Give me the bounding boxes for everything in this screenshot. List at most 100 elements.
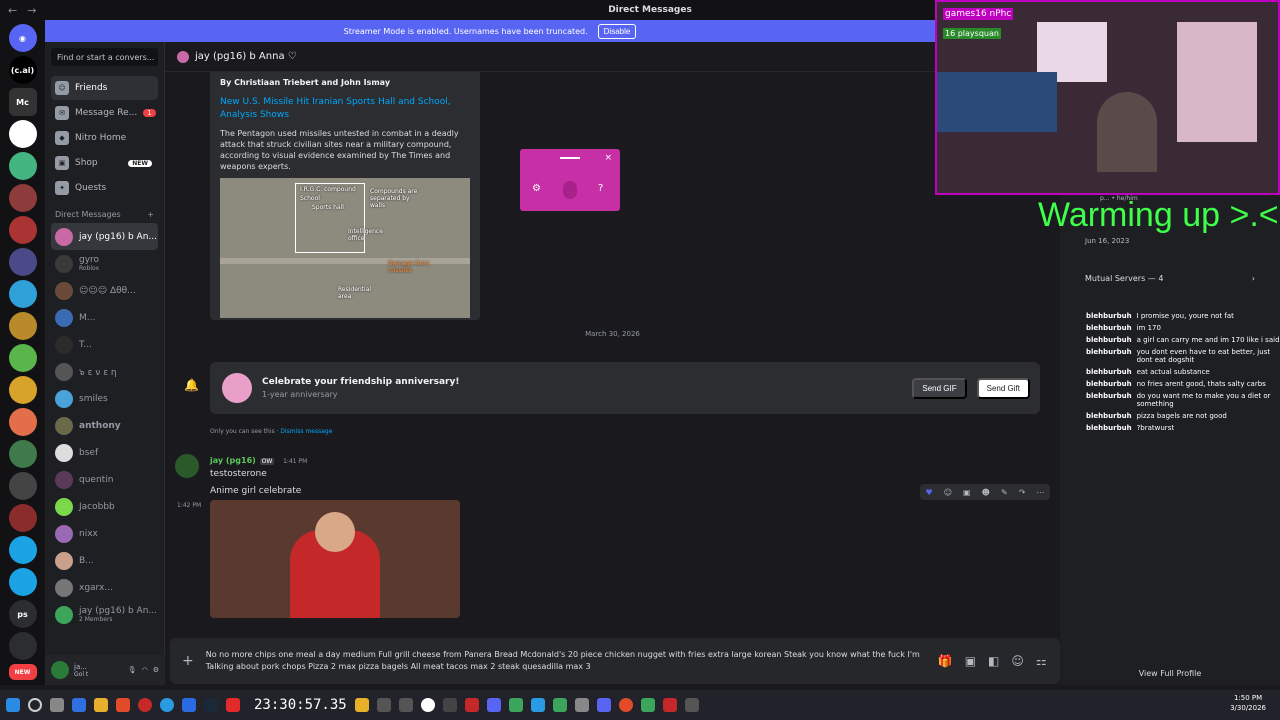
folder-icon[interactable] [94, 698, 108, 712]
headphones-icon[interactable]: ◠ [142, 666, 148, 674]
nav-friends[interactable]: ☺ Friends [51, 76, 158, 100]
message-composer[interactable]: + No no more chips one meal a day medium… [170, 638, 1060, 684]
system-clock[interactable]: 1:50 PM 3/30/2026 [1230, 693, 1266, 713]
server-icon[interactable] [8, 280, 37, 308]
gear-icon[interactable]: ⚙ [532, 183, 541, 194]
app-icon[interactable] [442, 698, 457, 712]
app-icon[interactable] [226, 698, 240, 712]
dismiss-message-link[interactable]: Dismiss message [280, 428, 332, 435]
start-icon[interactable] [6, 698, 20, 712]
edit-icon[interactable]: ✎ [1001, 488, 1008, 497]
app-icon[interactable] [464, 698, 479, 712]
server-icon[interactable] [8, 344, 37, 372]
server-icon[interactable] [8, 216, 37, 244]
dm-item[interactable]: xgarx... [51, 574, 158, 601]
back-icon[interactable]: ← [8, 4, 17, 17]
mic-icon[interactable]: 🎙 [128, 666, 137, 674]
search-input[interactable]: Find or start a convers... [51, 48, 158, 66]
add-attachment-icon[interactable]: + [182, 653, 194, 669]
view-full-profile-link[interactable]: View Full Profile [1060, 669, 1280, 678]
heart-icon[interactable]: ♥ [926, 488, 933, 497]
discord-home-icon[interactable]: ◉ [8, 24, 37, 52]
more-icon[interactable]: ⋯ [1036, 488, 1044, 497]
reaction-icon[interactable]: ☺ [944, 488, 952, 497]
forward-icon[interactable]: → [27, 4, 36, 17]
dm-item[interactable]: B... [51, 547, 158, 574]
app-icon[interactable] [640, 698, 655, 712]
app-icon[interactable] [420, 698, 435, 712]
server-icon[interactable] [8, 120, 37, 148]
gear-icon[interactable]: ⚙ [153, 666, 159, 674]
embed-map-image[interactable]: I.R.G.C. compound School Sports hall Com… [220, 178, 470, 318]
app-icon[interactable] [138, 698, 152, 712]
add-dm-icon[interactable]: + [147, 210, 154, 219]
sticker-icon[interactable]: ◧ [988, 654, 999, 668]
app-icon[interactable] [684, 698, 699, 712]
dm-item[interactable]: jay (pg16) b An... 2 Members [51, 601, 158, 628]
close-icon[interactable]: × [604, 153, 612, 163]
send-gift-button[interactable]: Send Gift [976, 377, 1030, 399]
server-icon[interactable] [8, 472, 37, 500]
server-icon[interactable] [8, 632, 37, 660]
send-gif-button[interactable]: Send GIF [912, 377, 967, 399]
server-icon[interactable] [8, 312, 37, 340]
disable-streamer-mode-button[interactable]: Disable [597, 23, 637, 39]
help-icon[interactable]: ? [598, 183, 603, 194]
server-cai[interactable]: (c.ai) [8, 56, 37, 84]
app-icon[interactable] [574, 698, 589, 712]
gift-icon[interactable]: 🎁 [938, 654, 953, 668]
dm-item[interactable]: nixx [51, 520, 158, 547]
nav-message-requests[interactable]: ✉ Message Re... 1 [51, 101, 158, 125]
avatar[interactable] [175, 454, 199, 478]
nav-quests[interactable]: ✦ Quests [51, 176, 158, 200]
forward-icon[interactable]: ↷ [1019, 488, 1026, 497]
server-mc[interactable]: Mc [8, 88, 37, 116]
discord-taskbar-icon[interactable] [596, 698, 611, 712]
chrome-icon[interactable] [618, 698, 633, 712]
server-icon[interactable] [8, 376, 37, 404]
browser-icon[interactable] [160, 698, 174, 712]
task-view-icon[interactable] [50, 698, 64, 712]
nav-shop[interactable]: ▣ Shop NEW [51, 151, 158, 175]
app-icon[interactable] [116, 698, 130, 712]
composer-text[interactable]: No no more chips one meal a day medium F… [206, 649, 926, 673]
gif-icon[interactable]: ▣ [963, 488, 971, 497]
dm-item[interactable]: T... [51, 331, 158, 358]
app-icon[interactable] [486, 698, 501, 712]
server-icon[interactable] [8, 568, 37, 596]
steam-icon[interactable] [204, 698, 218, 712]
server-ps[interactable]: ps [8, 600, 37, 628]
app-icon[interactable] [182, 698, 196, 712]
dm-item[interactable]: M... [51, 304, 158, 331]
app-icon[interactable] [376, 698, 391, 712]
server-icon[interactable] [8, 504, 37, 532]
server-icon[interactable] [8, 536, 37, 564]
app-icon[interactable] [508, 698, 523, 712]
dm-item[interactable]: jay (pg16) b An... [51, 223, 158, 250]
dm-item[interactable]: bsef [51, 439, 158, 466]
new-server-badge[interactable]: NEW [8, 664, 37, 680]
dm-item[interactable]: gyro Roblox [51, 250, 158, 277]
dm-item[interactable]: ☺☺☺ Δθθ... [51, 277, 158, 304]
server-icon[interactable] [8, 248, 37, 276]
emoji-icon[interactable]: ☺ [1011, 654, 1024, 668]
app-icon[interactable] [354, 698, 369, 712]
search-icon[interactable] [28, 698, 42, 712]
mutual-servers-row[interactable]: Mutual Servers — 4 › [1075, 263, 1265, 293]
server-icon[interactable] [8, 184, 37, 212]
server-icon[interactable] [8, 152, 37, 180]
app-icon[interactable] [662, 698, 677, 712]
gif-icon[interactable]: ▣ [965, 654, 976, 668]
avatar[interactable] [51, 661, 69, 679]
server-icon[interactable] [8, 440, 37, 468]
message-author[interactable]: jay (pg16) [210, 456, 256, 465]
dm-item[interactable]: smiles [51, 385, 158, 412]
app-icon[interactable] [72, 698, 86, 712]
embed-title-link[interactable]: New U.S. Missile Hit Iranian Sports Hall… [220, 96, 470, 122]
dm-item[interactable]: ๖ ε ν ε η [51, 358, 158, 385]
dm-item[interactable]: anthony [51, 412, 158, 439]
app-icon[interactable] [552, 698, 567, 712]
app-icon[interactable] [398, 698, 413, 712]
apps-icon[interactable]: ⚏ [1036, 654, 1047, 668]
emoji-icon[interactable]: ☻ [982, 488, 990, 497]
